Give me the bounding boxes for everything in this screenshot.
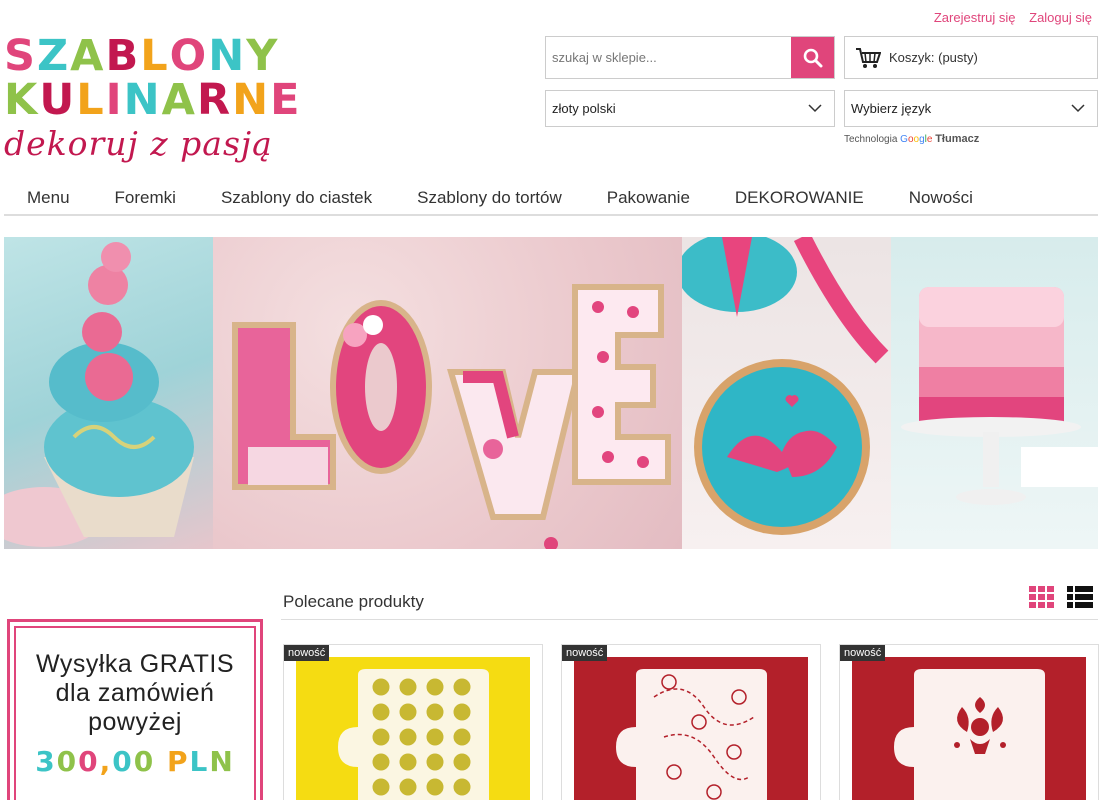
banner-love-cookies-image [213,237,682,549]
nav-item-packaging[interactable]: Pakowanie [584,180,712,214]
logo-tagline: dekoruj z pasją [4,124,273,163]
promo-line-2: dla zamówień [55,679,215,707]
promo-amount-char: 0 [112,745,134,778]
free-shipping-promo[interactable]: Wysyłka GRATIS dla zamówień powyżej 300,… [7,619,263,800]
list-view-icon [1067,586,1093,608]
search-button[interactable] [791,37,834,78]
grid-view-icon [1029,586,1054,608]
hero-slider[interactable] [4,237,1098,549]
logo-letter: U [39,75,77,125]
search-bar [545,36,835,79]
product-image-folk-stencil [852,657,1086,800]
account-links: Zarejestruj się Zaloguj się [924,10,1092,25]
language-select[interactable]: Wybierz język [844,90,1098,127]
promo-amount: 300,00 PLN [16,745,254,778]
logo-line-2: KULINARNE [4,78,304,122]
promo-line-3: powyżej [88,708,182,736]
currency-selected: złoty polski [552,101,616,116]
product-image-ladybug-stencil [574,657,808,800]
new-badge: nowość [562,645,608,661]
promo-amount-char: 0 [133,745,156,778]
cart-label: Koszyk: (pusty) [889,50,978,65]
logo-letter: R [196,75,233,125]
logo-letter: I [105,75,124,125]
gt-suffix: Tłumacz [935,133,980,145]
promo-amount-char: L [189,745,210,778]
nav-item-new[interactable]: Nowości [886,180,995,214]
search-icon [803,48,822,67]
logo-letter: A [161,75,197,125]
product-image-lemon-stencil [296,657,530,800]
nav-item-decorating[interactable]: DEKOROWANIE [712,180,886,214]
product-card[interactable]: nowość [283,644,543,800]
logo-letter: B [105,31,141,81]
logo-letter: L [76,75,106,125]
logo-letter: S [4,31,37,81]
google-logo: Google [900,134,933,145]
banner-rose-cake-image [891,237,1098,549]
product-card[interactable]: nowość [561,644,821,800]
product-card[interactable]: nowość [839,644,1099,800]
logo-letter: Y [246,31,280,81]
logo-letter: N [232,75,271,125]
basket-icon [855,47,881,69]
nav-item-foremki[interactable]: Foremki [92,180,198,214]
logo-letter: N [123,75,162,125]
banner-bird-cookie-image [682,237,891,549]
promo-inner-frame: Wysyłka GRATIS dla zamówień powyżej 300,… [14,626,256,800]
grid-view-button[interactable] [1029,586,1055,613]
logo-letter: N [208,31,247,81]
logo-line-1: SZABLONY [4,34,304,78]
slider-dot[interactable] [544,537,558,549]
search-input[interactable] [546,37,791,78]
promo-amount-char [155,745,167,778]
promo-amount-char: , [99,745,113,778]
banner-cupcakes-image [4,237,213,549]
logo-letter: L [140,31,170,81]
nav-item-cookie-stencils[interactable]: Szablony do ciastek [198,180,394,214]
login-link[interactable]: Zaloguj się [1029,10,1092,25]
logo-letter: E [270,75,302,125]
promo-amount-char: 3 [35,745,57,778]
promo-line-1: Wysyłka GRATIS [36,650,234,678]
logo-letter: K [4,75,40,125]
currency-select[interactable]: złoty polski [545,90,835,127]
promo-amount-char: P [167,745,190,778]
promo-amount-char: 0 [78,745,100,778]
site-logo[interactable]: SZABLONY KULINARNE dekoruj z pasją [4,34,304,163]
main-nav: Menu Foremki Szablony do ciastek Szablon… [4,180,1098,216]
featured-divider [281,619,1098,620]
new-badge: nowość [840,645,886,661]
new-badge: nowość [284,645,330,661]
featured-title: Polecane produkty [283,592,424,611]
nav-item-cake-stencils[interactable]: Szablony do tortów [394,180,584,214]
list-view-button[interactable] [1067,586,1093,613]
gt-prefix: Technologia [844,134,898,145]
promo-amount-char: 0 [56,745,79,778]
nav-item-menu[interactable]: Menu [4,180,92,214]
google-translate-credit[interactable]: Technologia Google Tłumacz [844,133,979,145]
logo-letter: O [169,31,209,81]
register-link[interactable]: Zarejestruj się [934,10,1016,25]
chevron-down-icon [1071,104,1085,113]
logo-letter: A [70,31,106,81]
language-selected: Wybierz język [851,101,932,116]
logo-letter: Z [36,31,71,81]
promo-amount-char: N [209,745,235,778]
cart-button[interactable]: Koszyk: (pusty) [844,36,1098,79]
chevron-down-icon [808,104,822,113]
